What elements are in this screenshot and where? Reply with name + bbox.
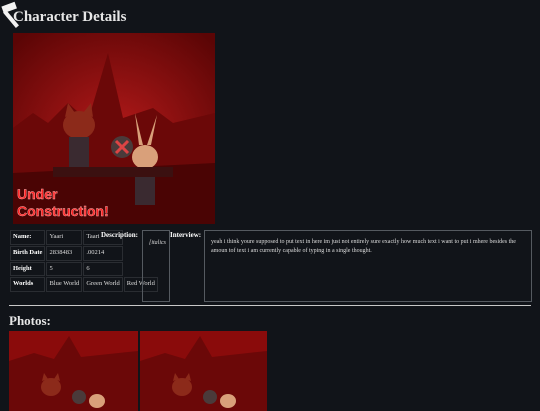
cell: Yaari bbox=[46, 230, 83, 245]
row-label: Birth Date bbox=[10, 245, 46, 261]
interview-box: yeah i think youre supposed to put text … bbox=[204, 230, 532, 302]
cell: Blue World bbox=[46, 277, 83, 293]
section-divider bbox=[9, 305, 531, 306]
cell: 5 bbox=[46, 261, 83, 277]
cell: 2838483 bbox=[46, 245, 83, 261]
table-row: Height 5 6 bbox=[10, 261, 158, 277]
character-image: Under Construction! bbox=[13, 33, 215, 224]
cell: 6 bbox=[83, 261, 123, 277]
table-row: Birth Date 2838483 .00214 bbox=[10, 245, 158, 261]
page-title: Character Details bbox=[13, 9, 127, 25]
row-label: Name: bbox=[10, 230, 46, 245]
photo-thumbnail[interactable] bbox=[9, 331, 138, 411]
photos-title: Photos: bbox=[9, 313, 51, 328]
banner-line2: Construction! bbox=[17, 203, 109, 219]
description-box: [italics bbox=[142, 230, 170, 302]
cell: Green World bbox=[83, 277, 123, 293]
banner-line1: Under bbox=[17, 186, 58, 202]
table-row: Worlds Blue World Green World Red World bbox=[10, 277, 158, 293]
interview-label: Interview: bbox=[170, 231, 202, 239]
description-label: Description: bbox=[101, 231, 138, 239]
photo-thumbnail[interactable] bbox=[140, 331, 267, 411]
interview-text: yeah i think youre supposed to put text … bbox=[211, 239, 516, 254]
description-text: [italics bbox=[149, 240, 167, 246]
row-label: Worlds bbox=[10, 277, 46, 293]
row-label: Height bbox=[10, 261, 46, 277]
cell: .00214 bbox=[83, 245, 123, 261]
